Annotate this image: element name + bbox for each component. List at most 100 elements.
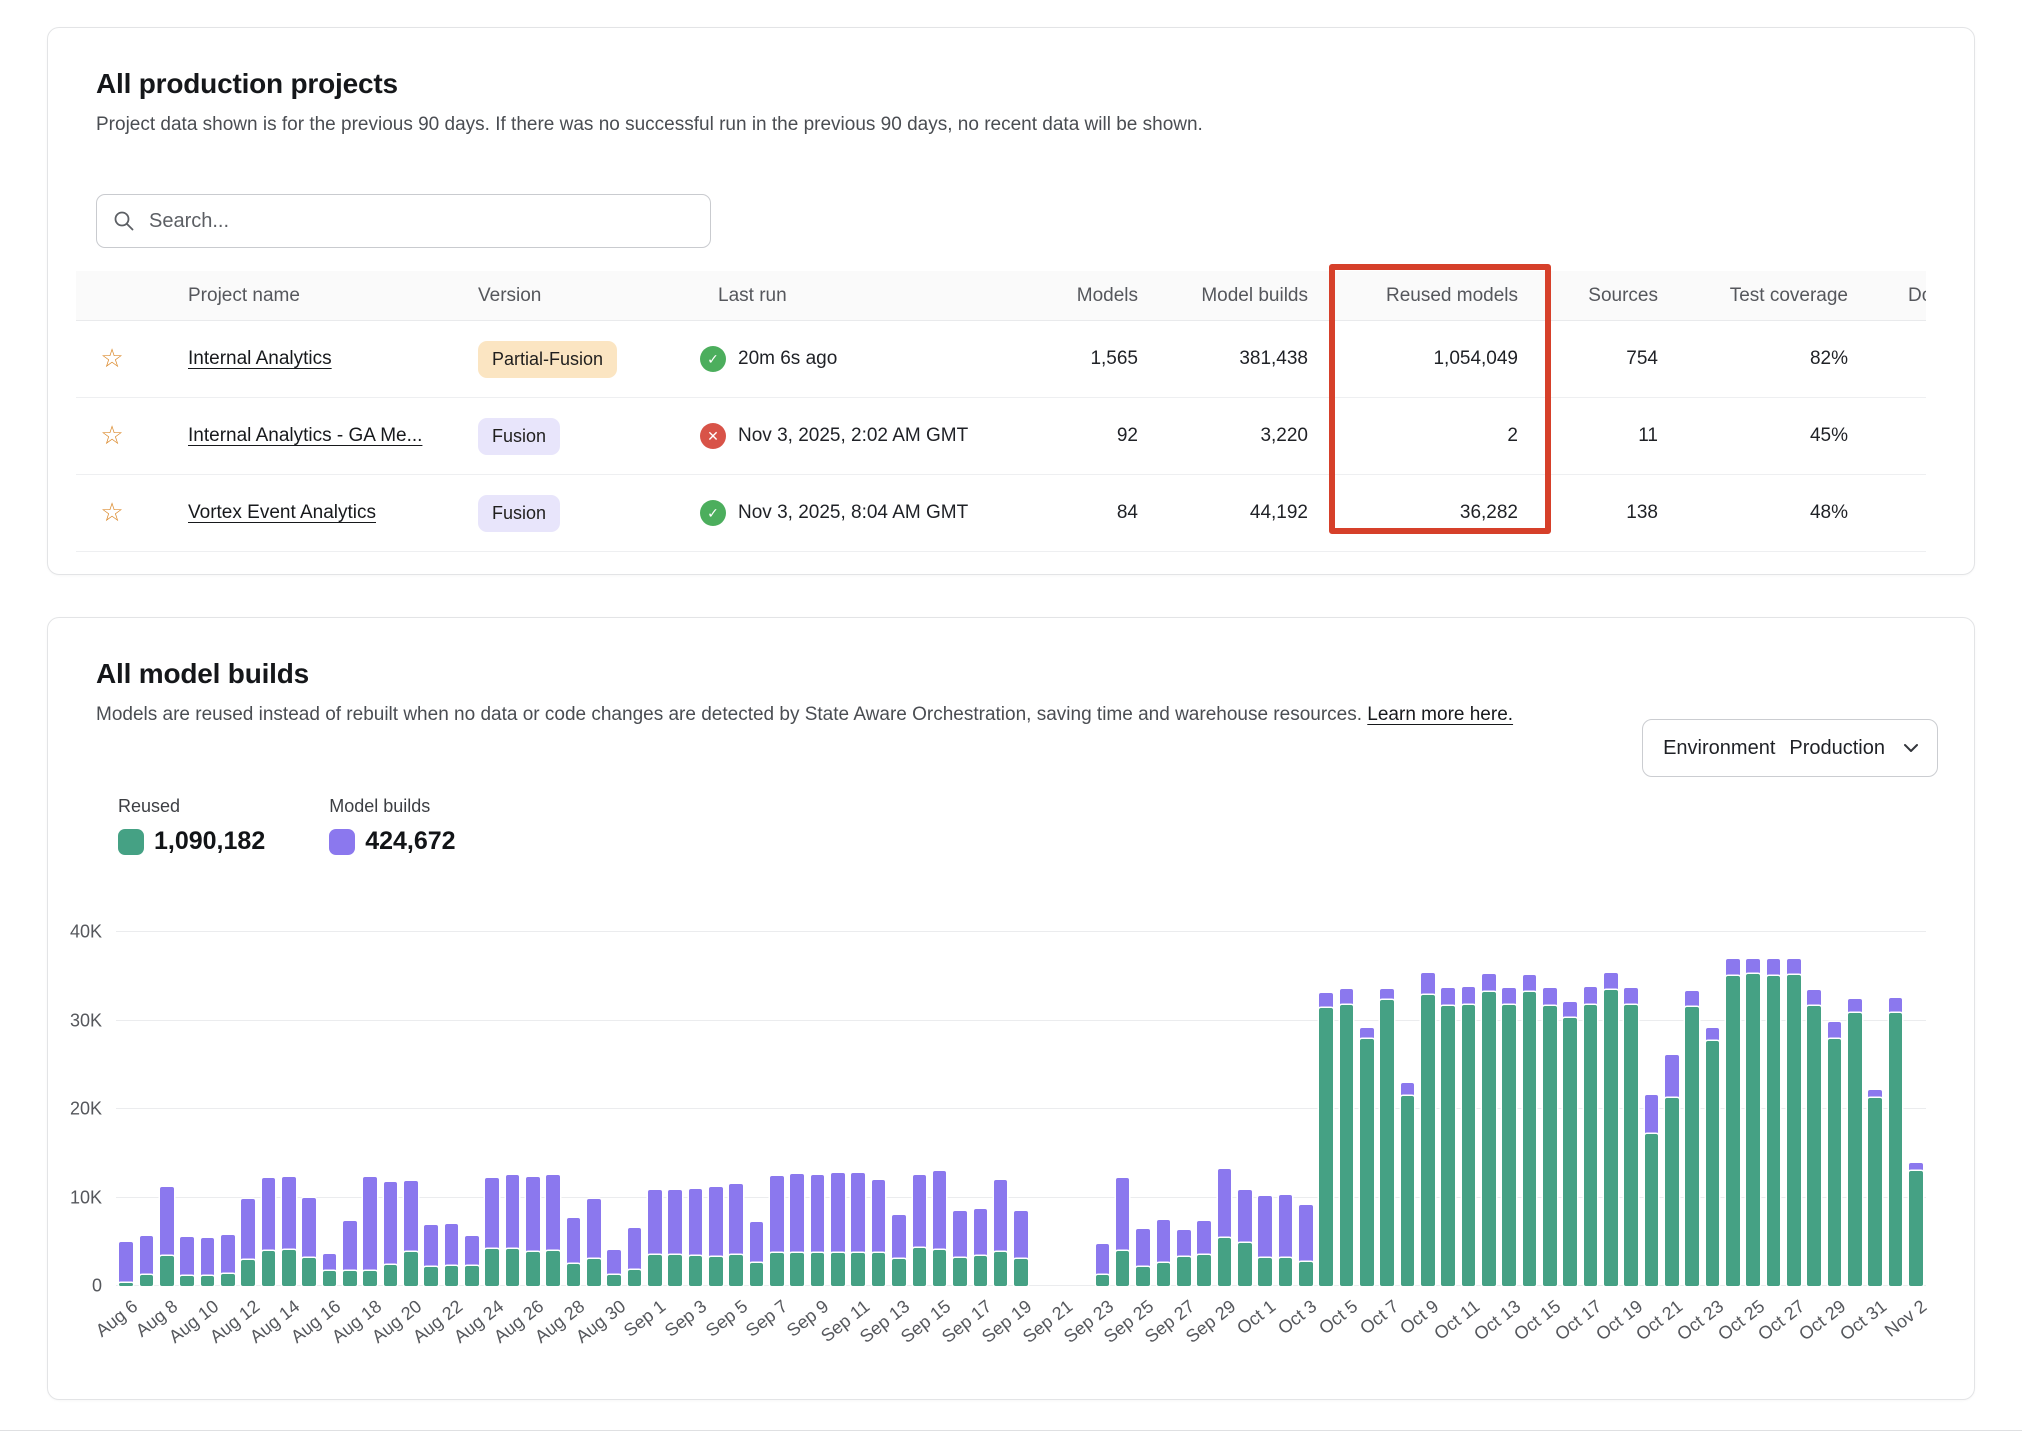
chart-bar[interactable] — [607, 1250, 621, 1286]
chart-bar[interactable] — [465, 1236, 479, 1286]
chart-bar[interactable] — [1116, 1178, 1130, 1286]
chart-bar[interactable] — [851, 1173, 865, 1286]
chart-bar[interactable] — [628, 1228, 642, 1286]
chart-bar[interactable] — [302, 1198, 316, 1287]
chart-bar[interactable] — [1787, 959, 1801, 1286]
chart-bar[interactable] — [770, 1176, 784, 1286]
chart-bar[interactable] — [526, 1177, 540, 1286]
chart-bar[interactable] — [1848, 999, 1862, 1286]
chart-bar[interactable] — [1665, 1055, 1679, 1286]
chart-bar[interactable] — [1360, 1028, 1374, 1286]
chart-bar[interactable] — [424, 1225, 438, 1286]
chart-bar[interactable] — [953, 1211, 967, 1286]
chart-bar[interactable] — [180, 1237, 194, 1286]
chart-bar[interactable] — [404, 1181, 418, 1286]
chart-bar[interactable] — [1807, 990, 1821, 1286]
chart-bar[interactable] — [384, 1182, 398, 1286]
chart-bar[interactable] — [1645, 1095, 1659, 1286]
chart-bar[interactable] — [201, 1238, 215, 1286]
chart-bar[interactable] — [994, 1180, 1008, 1286]
star-icon[interactable]: ☆ — [100, 499, 123, 527]
chart-bar[interactable] — [872, 1180, 886, 1286]
chart-bar[interactable] — [1401, 1083, 1415, 1286]
star-icon[interactable]: ☆ — [100, 345, 123, 373]
chart-bar[interactable] — [1197, 1221, 1211, 1286]
chart-bar[interactable] — [262, 1178, 276, 1286]
chart-bar[interactable] — [546, 1175, 560, 1286]
chart-bar[interactable] — [160, 1187, 174, 1286]
chart-bar[interactable] — [892, 1215, 906, 1286]
chart-bar[interactable] — [1523, 974, 1537, 1286]
chart-bar[interactable] — [1177, 1230, 1191, 1286]
chart-bar[interactable] — [506, 1175, 520, 1286]
chart-bar[interactable] — [323, 1254, 337, 1286]
chart-bar[interactable] — [1279, 1195, 1293, 1286]
chart-bar[interactable] — [1828, 1022, 1842, 1286]
search-input[interactable] — [147, 209, 710, 234]
chart-bar[interactable] — [913, 1175, 927, 1287]
chart-bar[interactable] — [1380, 989, 1394, 1286]
chart-bar[interactable] — [343, 1221, 357, 1286]
chart-bar[interactable] — [1462, 987, 1476, 1286]
chart-bar[interactable] — [831, 1173, 845, 1286]
chart-bar[interactable] — [1441, 988, 1455, 1286]
environment-select[interactable]: Environment Production — [1642, 719, 1938, 777]
chart-bar[interactable] — [363, 1177, 377, 1286]
chart-bar[interactable] — [729, 1184, 743, 1286]
chart-bar[interactable] — [790, 1174, 804, 1286]
chart-bar[interactable] — [648, 1190, 662, 1286]
chart-bar[interactable] — [750, 1222, 764, 1286]
chart-bar[interactable] — [689, 1189, 703, 1286]
chart-bar[interactable] — [1238, 1190, 1252, 1286]
chart-bar[interactable] — [974, 1209, 988, 1286]
chart-bar[interactable] — [485, 1178, 499, 1286]
chart-bar[interactable] — [1340, 989, 1354, 1286]
chart-bar[interactable] — [1096, 1244, 1110, 1286]
chart-bar[interactable] — [1706, 1028, 1720, 1286]
chart-bar[interactable] — [1319, 993, 1333, 1286]
chart-bar[interactable] — [1136, 1229, 1150, 1286]
chart-bar[interactable] — [1299, 1205, 1313, 1286]
chart-bar[interactable] — [445, 1224, 459, 1286]
chart-bar[interactable] — [1421, 973, 1435, 1286]
chart-bar[interactable] — [1604, 973, 1618, 1286]
table-row[interactable]: ☆Vortex Event AnalyticsFusion✓Nov 3, 202… — [76, 475, 1926, 552]
chart-bar[interactable] — [1584, 987, 1598, 1286]
table-row[interactable]: ☆Internal AnalyticsPartial-Fusion✓20m 6s… — [76, 321, 1926, 398]
chart-bar[interactable] — [221, 1235, 235, 1286]
chart-bar[interactable] — [1624, 988, 1638, 1286]
chart-bar[interactable] — [811, 1175, 825, 1287]
project-name-link[interactable]: Internal Analytics - GA Me... — [188, 425, 422, 446]
chart-bar[interactable] — [119, 1242, 133, 1286]
project-name-link[interactable]: Internal Analytics — [188, 348, 332, 369]
chart-bar[interactable] — [567, 1218, 581, 1286]
chart-bar[interactable] — [1889, 998, 1903, 1287]
chart-bar[interactable] — [1258, 1196, 1272, 1286]
chart-bar[interactable] — [1563, 1002, 1577, 1286]
chart-bar[interactable] — [1726, 959, 1740, 1286]
chart-bar[interactable] — [1767, 959, 1781, 1286]
chart-bar[interactable] — [709, 1187, 723, 1286]
chart-bar[interactable] — [1543, 988, 1557, 1286]
chart-bar[interactable] — [1014, 1211, 1028, 1286]
chart-bar[interactable] — [1909, 1163, 1923, 1286]
table-row[interactable]: ☆Internal Analytics - GA Me...Fusion✕Nov… — [76, 398, 1926, 475]
chart-bar[interactable] — [1157, 1220, 1171, 1286]
project-name-link[interactable]: Vortex Event Analytics — [188, 502, 376, 523]
chart-bar[interactable] — [1482, 974, 1496, 1286]
chart-bar[interactable] — [241, 1199, 255, 1286]
chart-bar[interactable] — [140, 1236, 154, 1286]
chart-bar[interactable] — [1502, 988, 1516, 1286]
star-icon[interactable]: ☆ — [100, 422, 123, 450]
chart-bar[interactable] — [1868, 1090, 1882, 1286]
chart-bar[interactable] — [933, 1171, 947, 1286]
chart-bar[interactable] — [1218, 1169, 1232, 1286]
chart-bar[interactable] — [1685, 991, 1699, 1286]
x-axis-tick-label: Sep 3 — [661, 1296, 711, 1342]
chart-bar[interactable] — [587, 1199, 601, 1286]
chart-bar[interactable] — [282, 1177, 296, 1286]
chart-bar[interactable] — [1746, 959, 1760, 1286]
learn-more-link[interactable]: Learn more here. — [1367, 704, 1513, 725]
chart-bar[interactable] — [668, 1190, 682, 1286]
search-box[interactable] — [96, 194, 711, 248]
